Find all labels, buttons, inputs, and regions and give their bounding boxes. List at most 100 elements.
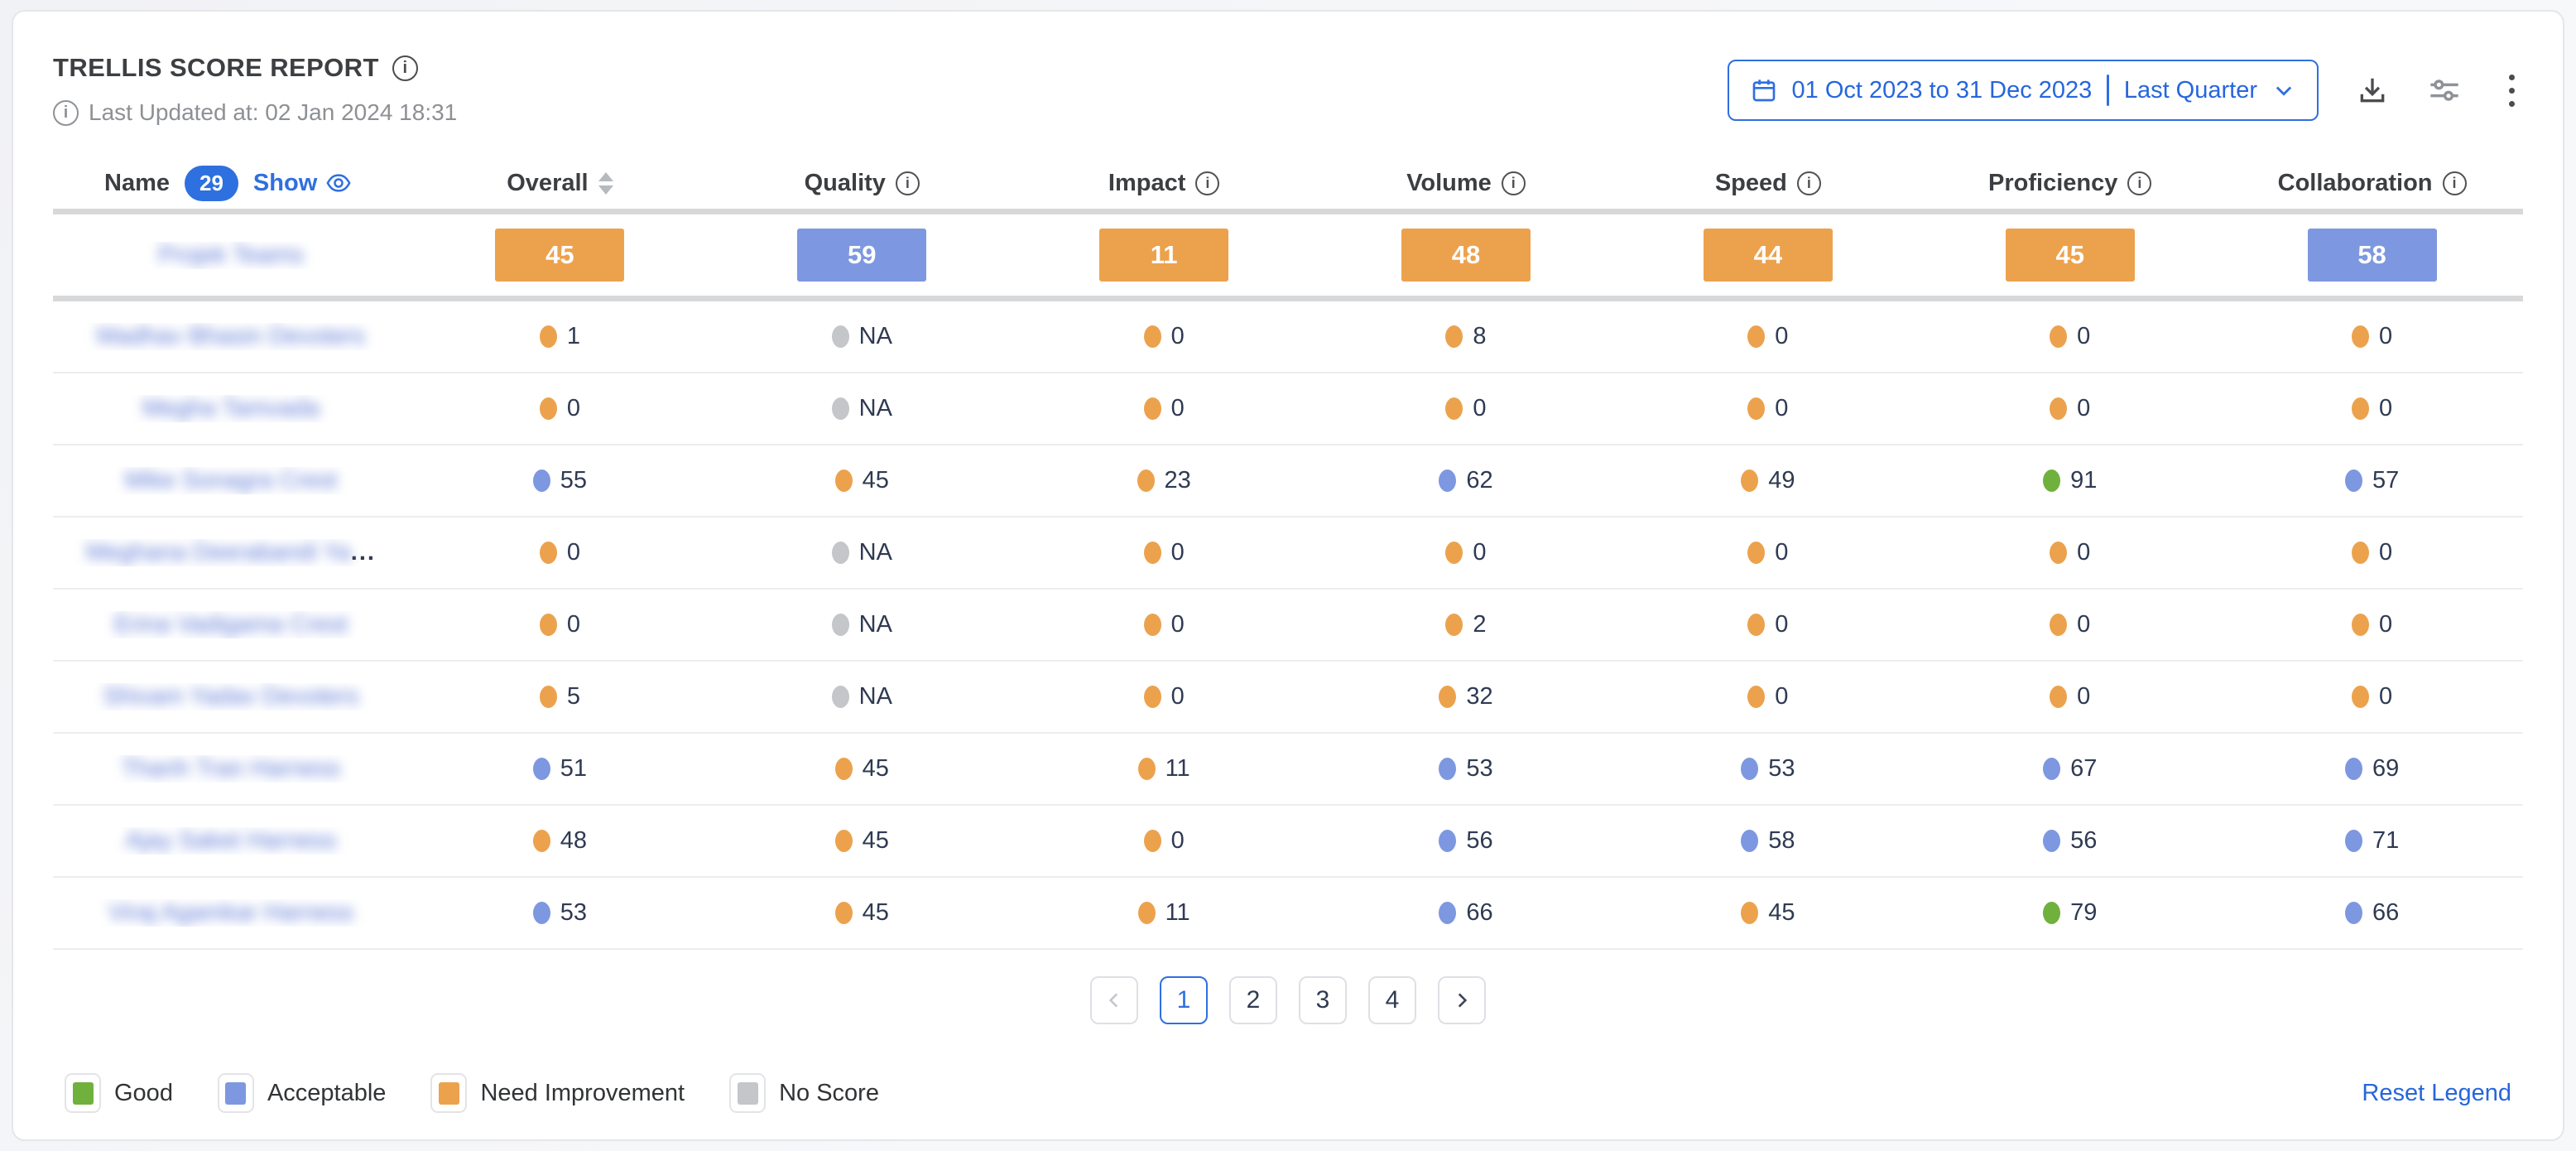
row-name-link[interactable]: Mike Sonagra Crest bbox=[53, 467, 409, 494]
score-cell: 2 bbox=[1315, 611, 1617, 638]
row-name-link[interactable]: Ajay Saket Harness bbox=[53, 827, 409, 855]
collaboration-info-icon[interactable] bbox=[2443, 171, 2467, 195]
volume-info-icon[interactable] bbox=[1502, 171, 1526, 195]
score-level-dot bbox=[835, 902, 853, 924]
row-name-link[interactable]: Megha Tamvada bbox=[53, 395, 409, 422]
score-level-dot bbox=[1137, 470, 1155, 492]
score-cell: 57 bbox=[2221, 467, 2523, 494]
pagination-page-button[interactable]: 3 bbox=[1299, 976, 1347, 1024]
legend-swatch-icon bbox=[430, 1073, 467, 1113]
score-level-dot bbox=[1144, 686, 1161, 708]
blurred-name-text: Mike Sonagra Crest bbox=[125, 467, 337, 494]
score-value: 32 bbox=[1466, 683, 1492, 710]
score-cell: 67 bbox=[1919, 755, 2221, 783]
pagination-page-button[interactable]: 2 bbox=[1229, 976, 1277, 1024]
score-level-dot bbox=[1439, 830, 1456, 852]
quality-info-icon[interactable] bbox=[896, 171, 920, 195]
score-cell: 0 bbox=[409, 611, 711, 638]
blurred-name-text: Madhav Bhasin Devoters bbox=[97, 323, 365, 350]
legend-item-good[interactable]: Good bbox=[65, 1073, 173, 1113]
legend-item-need-improvement[interactable]: Need Improvement bbox=[430, 1073, 685, 1113]
blurred-name-text: Ajay Saket Harness bbox=[126, 827, 337, 855]
score-cell: 0 bbox=[2221, 611, 2523, 638]
score-cell: 55 bbox=[409, 467, 711, 494]
score-level-dot bbox=[835, 830, 853, 852]
row-name-link[interactable]: Erina Vadigama Crest bbox=[53, 611, 409, 638]
score-value: 0 bbox=[2379, 611, 2392, 638]
legend-item-no-score[interactable]: No Score bbox=[729, 1073, 879, 1113]
pagination-page-button[interactable]: 1 bbox=[1160, 976, 1208, 1024]
table-row: Megha Tamvada0NA00000 bbox=[53, 373, 2523, 445]
blurred-name-text: Thanh Tran Harness bbox=[122, 755, 340, 783]
reset-legend-link[interactable]: Reset Legend bbox=[2362, 1080, 2511, 1107]
kebab-menu-button[interactable] bbox=[2501, 71, 2523, 110]
score-level-dot bbox=[1747, 542, 1765, 564]
score-level-dot bbox=[540, 325, 557, 348]
score-cell: 56 bbox=[1919, 827, 2221, 855]
summary-score-badge: 48 bbox=[1401, 229, 1531, 282]
score-value: 45 bbox=[863, 467, 889, 494]
speed-info-icon[interactable] bbox=[1797, 171, 1821, 195]
legend-label: Need Improvement bbox=[480, 1080, 685, 1107]
pagination-page-button[interactable]: 4 bbox=[1368, 976, 1416, 1024]
date-range-picker[interactable]: 01 Oct 2023 to 31 Dec 2023 Last Quarter bbox=[1728, 60, 2319, 121]
pagination: 1234 bbox=[53, 976, 2523, 1024]
score-level-dot bbox=[540, 397, 557, 420]
title-info-icon[interactable] bbox=[392, 55, 418, 81]
table-header-row: Name 29 Show Overall Quality Impact bbox=[53, 157, 2523, 209]
score-level-dot bbox=[1138, 758, 1156, 780]
sort-icon[interactable] bbox=[598, 172, 613, 195]
settings-button[interactable] bbox=[2426, 74, 2463, 107]
score-level-dot bbox=[2352, 397, 2369, 420]
score-cell: 11 bbox=[1013, 899, 1315, 927]
summary-score-cell: 48 bbox=[1315, 229, 1617, 282]
summary-row-name-link[interactable]: Projek Teams bbox=[53, 242, 409, 269]
score-level-dot bbox=[832, 325, 849, 348]
score-cell: 0 bbox=[1919, 323, 2221, 350]
proficiency-info-icon[interactable] bbox=[2127, 171, 2151, 195]
score-level-dot bbox=[832, 397, 849, 420]
row-name-link[interactable]: Meghana Deerabandi Ya... bbox=[53, 539, 409, 566]
score-level-dot bbox=[2352, 325, 2369, 348]
score-value: NA bbox=[859, 611, 892, 638]
score-cell: 1 bbox=[409, 323, 711, 350]
score-level-dot bbox=[1144, 614, 1161, 636]
collaboration-header-label: Collaboration bbox=[2278, 170, 2433, 197]
download-button[interactable] bbox=[2357, 75, 2388, 106]
report-header-left: TRELLIS SCORE REPORT Last Updated at: 02… bbox=[53, 53, 457, 126]
legend-item-acceptable[interactable]: Acceptable bbox=[218, 1073, 387, 1113]
score-level-dot bbox=[1144, 325, 1161, 348]
score-value: 58 bbox=[1768, 827, 1795, 855]
score-level-dot bbox=[832, 686, 849, 708]
summary-score-badge: 11 bbox=[1099, 229, 1228, 282]
score-level-dot bbox=[1747, 325, 1765, 348]
score-value: 62 bbox=[1466, 467, 1492, 494]
pagination-next-button[interactable] bbox=[1438, 976, 1486, 1024]
score-value: 53 bbox=[1768, 755, 1795, 783]
row-name-link[interactable]: Viraj Agamkar Harness bbox=[53, 899, 409, 927]
table-row: Madhav Bhasin Devoters1NA08000 bbox=[53, 301, 2523, 373]
show-names-toggle[interactable]: Show bbox=[253, 170, 352, 197]
score-level-dot bbox=[2050, 614, 2067, 636]
score-cell: 79 bbox=[1919, 899, 2221, 927]
row-name-link[interactable]: Shivam Yadav Devoters bbox=[53, 683, 409, 710]
score-value: NA bbox=[859, 539, 892, 566]
score-level-dot bbox=[1138, 902, 1156, 924]
score-cell: 0 bbox=[1919, 395, 2221, 422]
score-cell: 62 bbox=[1315, 467, 1617, 494]
score-cell: 69 bbox=[2221, 755, 2523, 783]
summary-row-bottom-divider bbox=[53, 296, 2523, 301]
row-name-link[interactable]: Thanh Tran Harness bbox=[53, 755, 409, 783]
score-value: 0 bbox=[1775, 683, 1788, 710]
row-name-link[interactable]: Madhav Bhasin Devoters bbox=[53, 323, 409, 350]
pagination-prev-button[interactable] bbox=[1090, 976, 1138, 1024]
score-level-dot bbox=[1741, 830, 1758, 852]
score-value: 0 bbox=[2077, 683, 2090, 710]
score-value: 0 bbox=[1775, 323, 1788, 350]
score-level-dot bbox=[1741, 758, 1758, 780]
score-value: 0 bbox=[567, 539, 580, 566]
page-title: TRELLIS SCORE REPORT bbox=[53, 53, 379, 83]
score-level-dot bbox=[1445, 325, 1463, 348]
impact-info-icon[interactable] bbox=[1195, 171, 1219, 195]
blurred-name-text: Projek Teams bbox=[158, 242, 303, 269]
